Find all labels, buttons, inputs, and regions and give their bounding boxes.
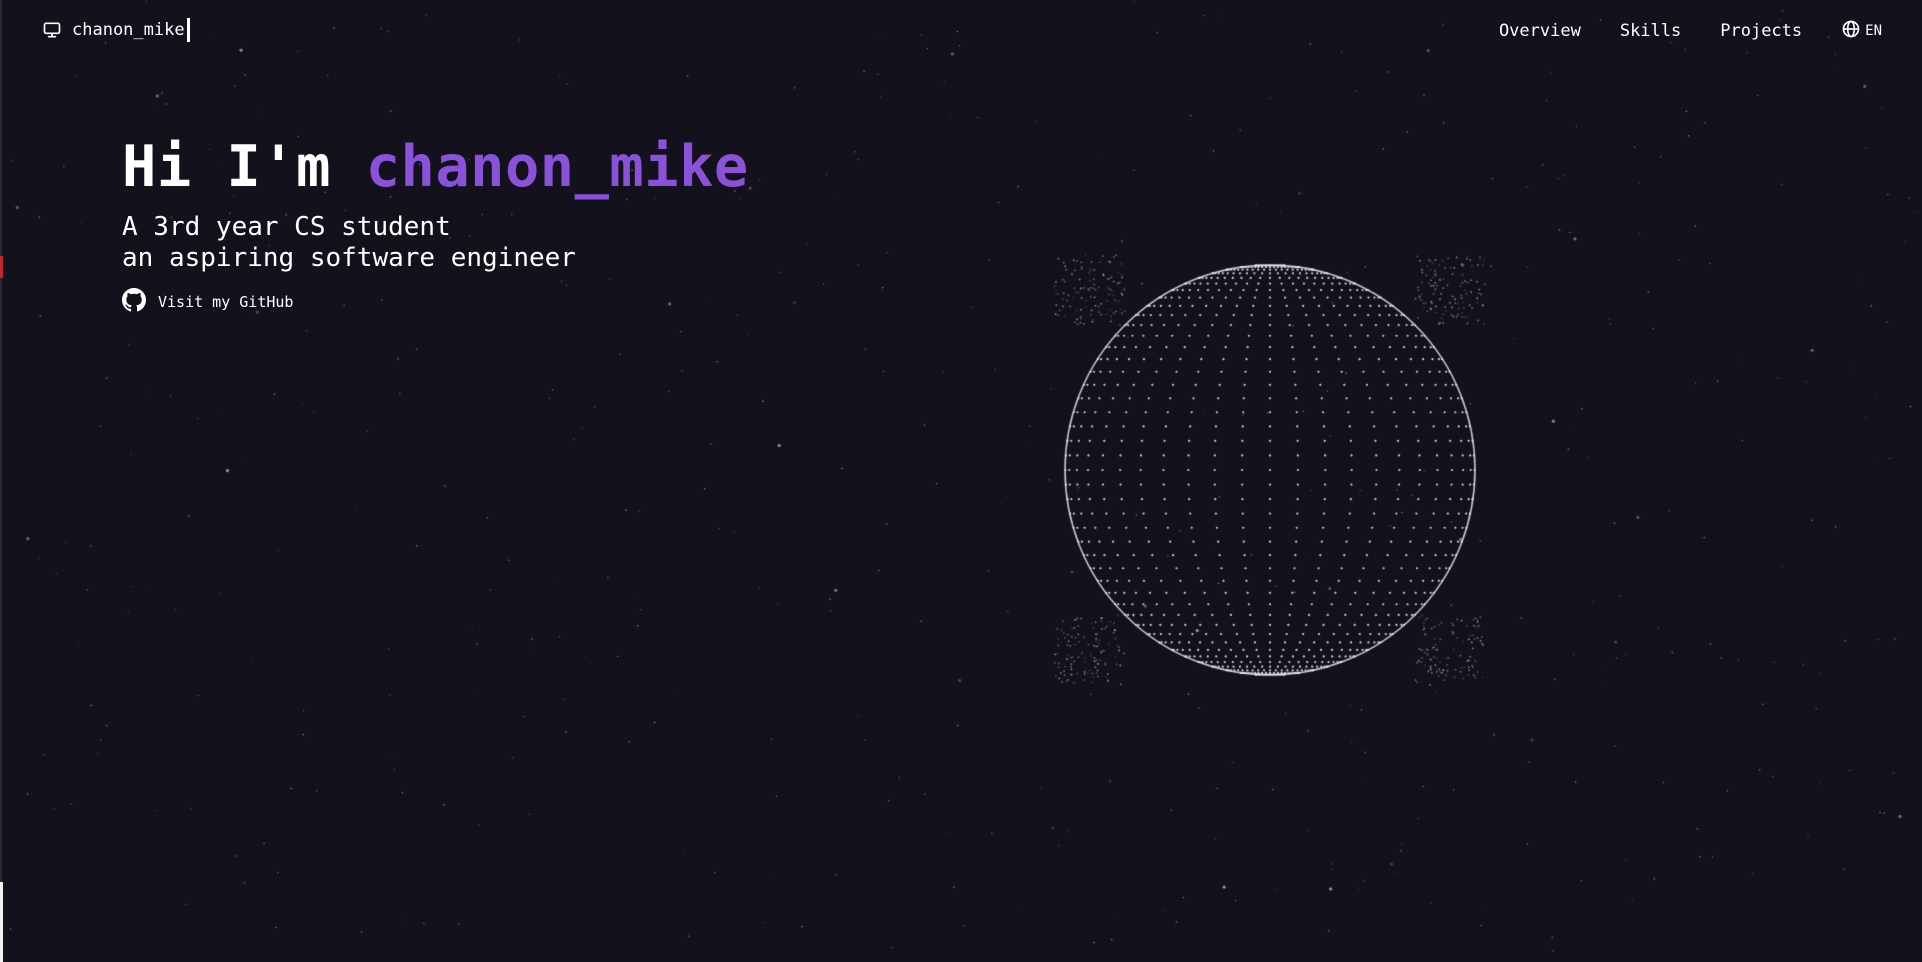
globe-icon [1841, 19, 1861, 43]
nav-links: Overview Skills Projects EN [1499, 19, 1882, 43]
github-link[interactable]: Visit my GitHub [122, 288, 749, 316]
brand-link[interactable]: chanon_mike [42, 18, 190, 42]
page: chanon_mike Overview Skills Projects EN … [0, 0, 1922, 962]
nav-link-skills[interactable]: Skills [1620, 21, 1681, 41]
left-edge-marker [0, 256, 3, 278]
nav-link-overview[interactable]: Overview [1499, 21, 1581, 41]
github-icon [122, 288, 146, 316]
hero-section: Hi I'm chanon_mike A 3rd year CS student… [122, 132, 749, 316]
hero-greeting: Hi I'm [122, 134, 366, 200]
brand-name: chanon_mike [72, 20, 185, 40]
brand-text: chanon_mike [72, 18, 190, 42]
hero-line-1: A 3rd year CS student [122, 212, 451, 242]
github-label: Visit my GitHub [158, 293, 294, 311]
monitor-icon [42, 20, 62, 40]
typing-caret [186, 18, 190, 42]
hero-title: Hi I'm chanon_mike [122, 132, 749, 202]
language-switcher[interactable]: EN [1841, 19, 1882, 43]
left-edge-line [0, 0, 2, 962]
navbar: chanon_mike Overview Skills Projects EN [0, 0, 1922, 60]
hero-name: chanon_mike [365, 134, 749, 200]
language-label: EN [1865, 23, 1882, 39]
hero-subtitle: A 3rd year CS student an aspiring softwa… [122, 212, 749, 274]
left-edge-strip [0, 882, 3, 962]
nav-link-projects[interactable]: Projects [1720, 21, 1802, 41]
hero-line-2: an aspiring software engineer [122, 243, 576, 273]
dotted-sphere-graphic [1040, 240, 1500, 700]
